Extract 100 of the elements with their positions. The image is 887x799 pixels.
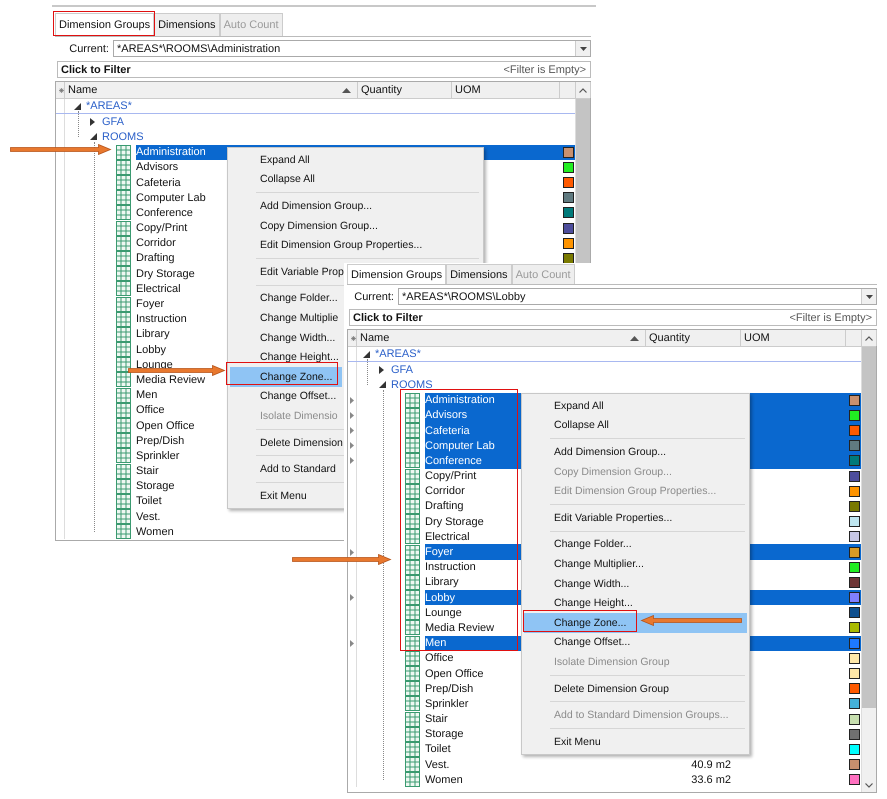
tree-item[interactable]: Lounge xyxy=(425,606,464,619)
expanded-triangle-icon[interactable] xyxy=(90,133,97,140)
menu-item[interactable]: Copy Dimension Group... xyxy=(230,216,382,236)
tree-item[interactable]: Dry Storage xyxy=(136,268,197,280)
column-header[interactable]: Name xyxy=(65,82,358,98)
filter-bar[interactable]: Click to Filter <Filter is Empty> xyxy=(57,61,591,78)
collapsed-triangle-icon[interactable] xyxy=(90,118,95,126)
menu-item[interactable]: Exit Menu xyxy=(230,486,311,506)
tree-item[interactable]: Men xyxy=(136,389,160,402)
tree-item[interactable]: Electrical xyxy=(425,530,472,543)
color-swatch[interactable] xyxy=(848,410,860,421)
color-swatch[interactable] xyxy=(848,470,860,482)
color-swatch[interactable] xyxy=(848,576,860,588)
color-swatch[interactable] xyxy=(848,486,860,497)
tree-item[interactable]: Drafting xyxy=(425,500,466,512)
color-swatch[interactable] xyxy=(848,638,860,649)
color-swatch[interactable] xyxy=(562,252,574,264)
tree-item[interactable]: Open Office xyxy=(136,420,196,432)
collapsed-triangle-icon[interactable] xyxy=(379,366,384,374)
color-swatch[interactable] xyxy=(562,177,574,188)
tab[interactable]: Dimensions xyxy=(154,13,220,36)
tree-item[interactable]: Library xyxy=(136,328,172,340)
menu-item[interactable]: Change Height... xyxy=(230,347,343,367)
menu-item[interactable]: Edit Dimension Group Properties... xyxy=(230,235,426,255)
menu-item[interactable]: Change Multiplie xyxy=(230,308,342,328)
tree-item[interactable]: Copy/Print xyxy=(425,470,478,482)
color-swatch[interactable] xyxy=(848,622,860,634)
menu-item[interactable]: Change Offset... xyxy=(524,632,747,652)
menu-item[interactable]: Change Height... xyxy=(524,593,747,613)
menu-item[interactable]: Edit Variable Prop xyxy=(230,262,348,282)
expanded-triangle-icon[interactable] xyxy=(363,350,370,358)
color-swatch[interactable] xyxy=(848,744,860,755)
tree-item[interactable]: Sprinkler xyxy=(136,450,182,462)
column-header[interactable]: UOM xyxy=(452,82,560,98)
scroll-up-icon[interactable] xyxy=(865,336,873,340)
tree-item[interactable]: Toilet xyxy=(425,743,453,756)
tree-item[interactable]: Instruction xyxy=(136,313,189,326)
color-swatch[interactable] xyxy=(848,500,860,512)
tree-item[interactable]: Administration xyxy=(136,146,208,158)
menu-item[interactable]: Change Width... xyxy=(524,574,747,594)
tree-item[interactable]: Cafeteria xyxy=(425,424,472,437)
tree-item[interactable]: Men xyxy=(425,637,448,650)
tree-item[interactable]: Media Review xyxy=(136,374,208,386)
tree-item[interactable]: Conference xyxy=(425,454,484,467)
tab[interactable]: Dimensions xyxy=(446,264,512,284)
color-swatch[interactable] xyxy=(848,714,860,725)
color-swatch[interactable] xyxy=(848,668,860,680)
color-swatch[interactable] xyxy=(848,546,860,558)
menu-item[interactable]: Delete Dimension xyxy=(230,432,347,452)
tree-item[interactable]: Drafting xyxy=(136,252,177,264)
column-header[interactable]: UOM xyxy=(741,330,846,346)
tree-item[interactable]: Electrical xyxy=(136,282,183,295)
color-swatch[interactable] xyxy=(848,698,860,710)
tree-item[interactable]: GFA xyxy=(391,364,416,376)
color-swatch[interactable] xyxy=(848,728,860,740)
tree-item[interactable]: Storage xyxy=(425,728,466,740)
tree-item[interactable]: Foyer xyxy=(136,298,166,310)
column-header[interactable]: Name xyxy=(357,330,646,346)
color-swatch[interactable] xyxy=(562,238,574,249)
tree-item[interactable]: Sprinkler xyxy=(425,698,470,710)
expanded-triangle-icon[interactable] xyxy=(74,102,81,110)
tree-item[interactable]: Storage xyxy=(136,480,177,492)
color-swatch[interactable] xyxy=(562,192,574,204)
tree-item[interactable]: Advisors xyxy=(425,409,470,422)
menu-item[interactable]: Change Offset... xyxy=(230,386,340,406)
menu-item[interactable]: Change Folder... xyxy=(230,288,342,308)
menu-item[interactable]: Delete Dimension Group xyxy=(524,678,747,698)
color-swatch[interactable] xyxy=(848,425,860,436)
tree-item[interactable]: Women xyxy=(425,774,465,786)
tree-item[interactable]: *AREAS* xyxy=(375,348,423,360)
tree-item[interactable]: Vest. xyxy=(425,758,452,771)
color-swatch[interactable] xyxy=(562,146,574,158)
tree-item[interactable]: ROOMS xyxy=(102,130,146,143)
tree-item[interactable]: Women xyxy=(136,526,176,538)
tree-item[interactable]: Instruction xyxy=(425,561,478,574)
tab[interactable]: Dimension Groups xyxy=(55,13,154,36)
color-swatch[interactable] xyxy=(562,162,574,173)
current-dropdown[interactable]: *AREAS*\ROOMS\Lobby xyxy=(398,288,877,305)
current-dropdown[interactable]: *AREAS*\ROOMS\Administration xyxy=(113,40,591,57)
color-swatch[interactable] xyxy=(848,531,860,542)
tree-item[interactable]: Prep/Dish xyxy=(425,682,476,695)
menu-item[interactable]: Edit Variable Properties... xyxy=(524,508,747,528)
tree-item[interactable]: Stair xyxy=(425,713,450,726)
tree-item[interactable]: Dry Storage xyxy=(425,516,486,528)
tree-item[interactable]: Vest. xyxy=(136,510,162,523)
menu-item[interactable]: Change Zone... xyxy=(230,366,342,387)
filter-bar[interactable]: Click to Filter <Filter is Empty> xyxy=(349,309,877,326)
tree-item[interactable]: Lobby xyxy=(425,592,457,604)
column-header[interactable]: Quantity xyxy=(646,330,741,346)
color-swatch[interactable] xyxy=(848,759,860,770)
column-header[interactable]: Quantity xyxy=(358,82,452,98)
tree-item[interactable]: Corridor xyxy=(136,237,178,250)
color-swatch[interactable] xyxy=(848,592,860,604)
color-swatch[interactable] xyxy=(848,440,860,452)
tree-item[interactable]: GFA xyxy=(102,116,126,128)
menu-item[interactable]: Expand All xyxy=(524,396,747,416)
tree-item[interactable]: Lobby xyxy=(136,344,168,356)
tree-item[interactable]: *AREAS* xyxy=(86,100,134,112)
menu-item[interactable]: Change Width... xyxy=(230,328,340,348)
color-swatch[interactable] xyxy=(562,222,574,234)
